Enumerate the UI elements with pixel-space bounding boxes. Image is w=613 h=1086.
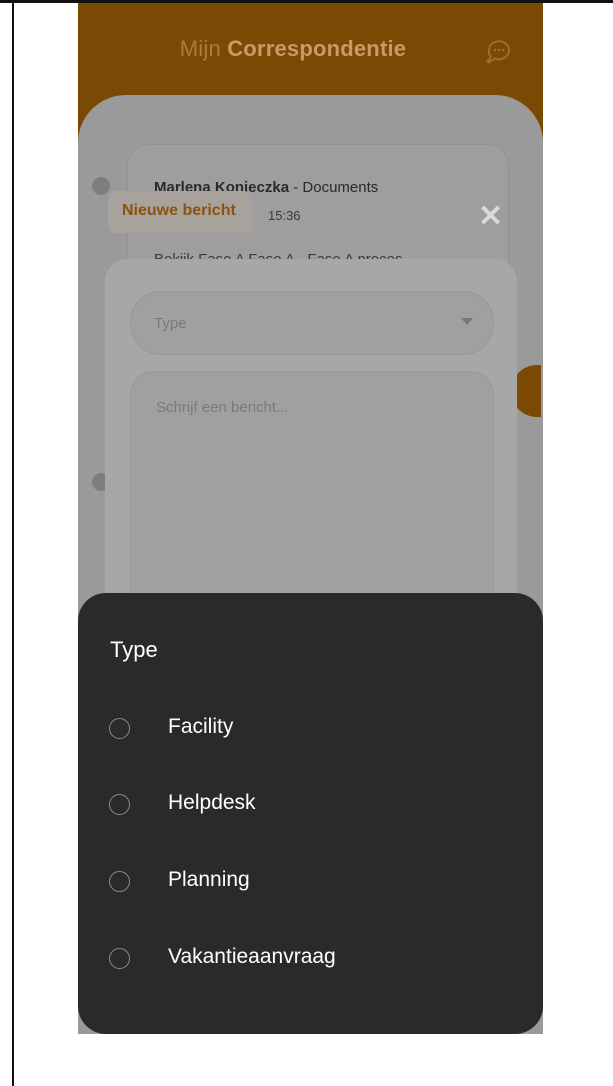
app-screen: Mijn Correspondentie Marlena Konieczka -…	[78, 3, 543, 1034]
sheet-title: Type	[110, 637, 158, 662]
message-placeholder: Schrijf een bericht...	[156, 399, 289, 416]
option-label: Facility	[168, 715, 234, 738]
title-main: Correspondentie	[227, 36, 407, 61]
unread-dot	[92, 177, 110, 195]
radio-icon[interactable]	[109, 871, 130, 892]
option-label: Vakantieaanvraag	[168, 945, 336, 968]
close-icon[interactable]: ✕	[478, 199, 503, 234]
radio-icon[interactable]	[109, 948, 130, 969]
title-prefix: Mijn	[179, 36, 221, 61]
option-planning[interactable]: Planning	[78, 859, 543, 915]
message-time: 15:36	[268, 208, 301, 223]
radio-icon[interactable]	[109, 794, 130, 815]
option-label: Helpdesk	[168, 791, 256, 814]
frame-border-left	[12, 0, 14, 1086]
option-helpdesk[interactable]: Helpdesk	[78, 782, 543, 838]
compose-heading: Nieuwe bericht	[108, 191, 252, 233]
new-chat-icon[interactable]	[483, 36, 515, 68]
type-bottom-sheet: Type Facility Helpdesk Planning Vakantie…	[78, 593, 543, 1034]
message-source: - Documents	[289, 179, 379, 196]
radio-icon[interactable]	[109, 718, 130, 739]
option-vakantieaanvraag[interactable]: Vakantieaanvraag	[78, 936, 543, 992]
type-select-label: Type	[154, 315, 187, 332]
page-title: Mijn Correspondentie	[78, 36, 508, 62]
option-label: Planning	[168, 868, 250, 891]
chevron-down-icon	[461, 318, 473, 325]
option-facility[interactable]: Facility	[78, 706, 543, 762]
